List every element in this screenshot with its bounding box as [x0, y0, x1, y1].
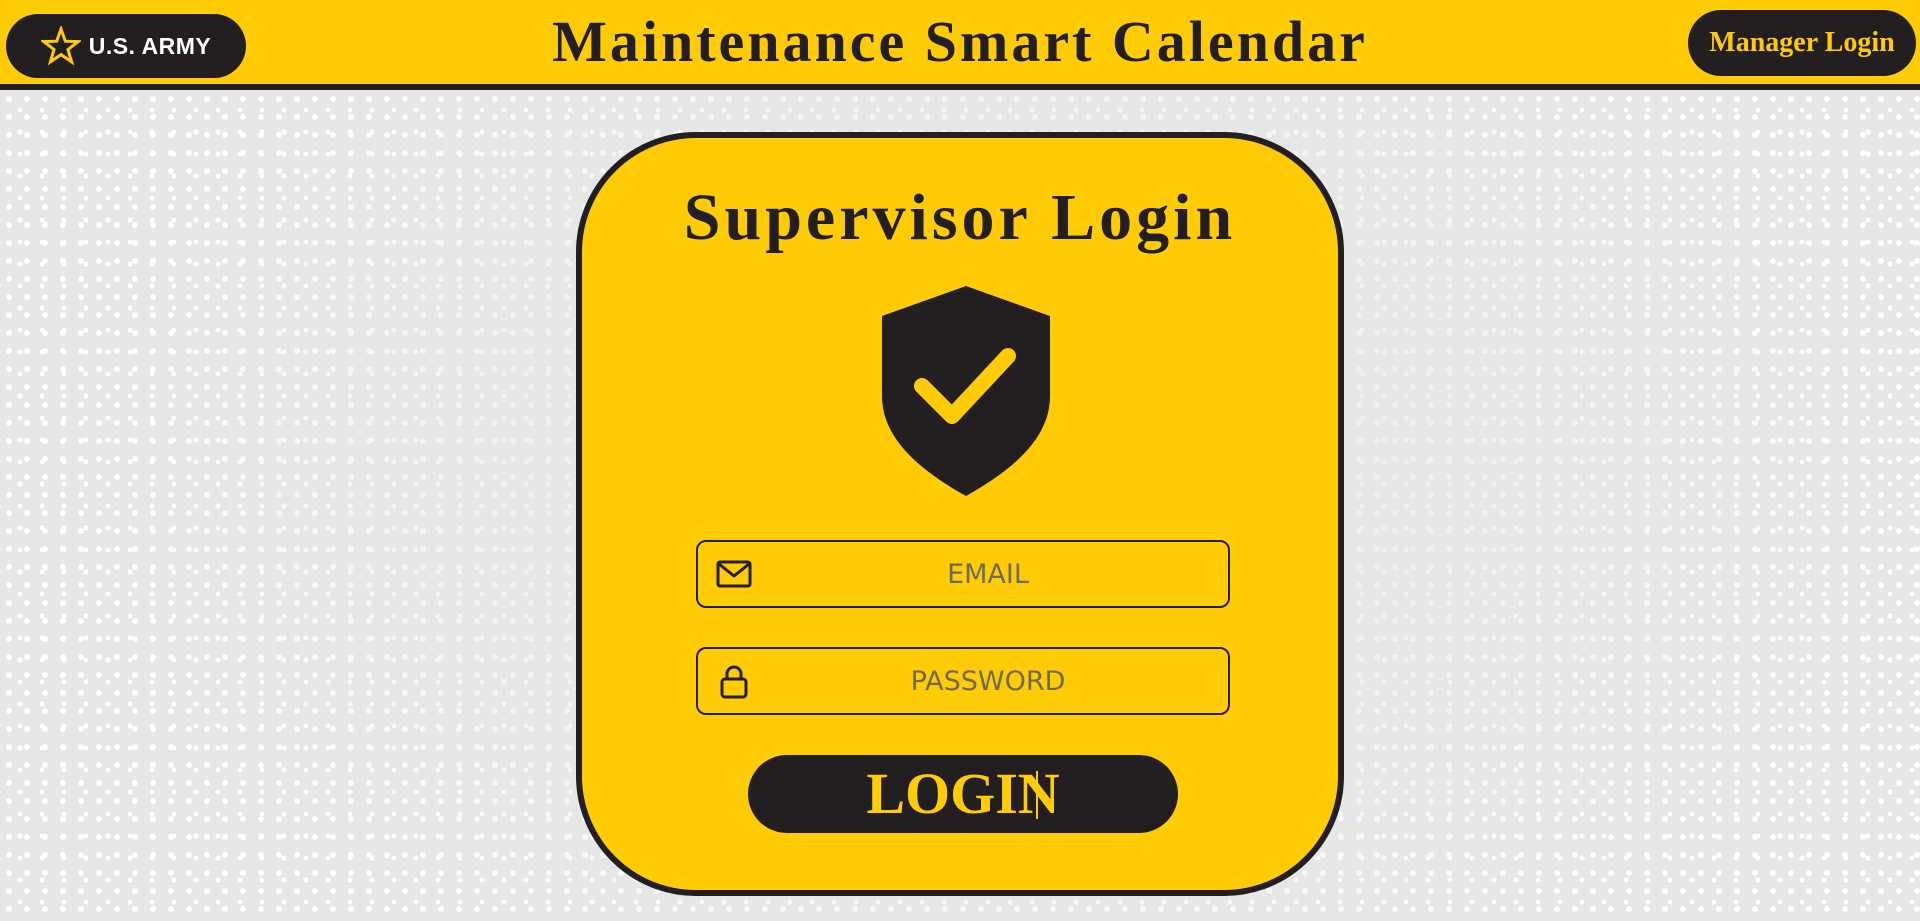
supervisor-login-card: Supervisor Login LOGIN	[576, 132, 1344, 896]
text-caret	[1036, 771, 1038, 819]
manager-login-button[interactable]: Manager Login	[1688, 10, 1916, 76]
password-field[interactable]	[696, 647, 1230, 715]
login-button[interactable]: LOGIN	[748, 755, 1178, 833]
star-icon	[40, 26, 81, 66]
envelope-icon	[716, 560, 752, 588]
top-header-bar: U.S. ARMY Maintenance Smart Calendar Man…	[0, 0, 1920, 90]
password-input[interactable]	[758, 649, 1218, 713]
lock-icon	[720, 665, 748, 699]
email-input[interactable]	[758, 542, 1218, 606]
email-field[interactable]	[696, 540, 1230, 608]
card-title: Supervisor Login	[683, 181, 1237, 254]
app-title: Maintenance Smart Calendar	[552, 9, 1368, 74]
us-army-logo[interactable]: U.S. ARMY	[6, 14, 246, 78]
logo-text: U.S. ARMY	[88, 32, 212, 59]
login-button-label: LOGIN	[866, 761, 1060, 826]
shield-check-icon	[882, 286, 1050, 496]
